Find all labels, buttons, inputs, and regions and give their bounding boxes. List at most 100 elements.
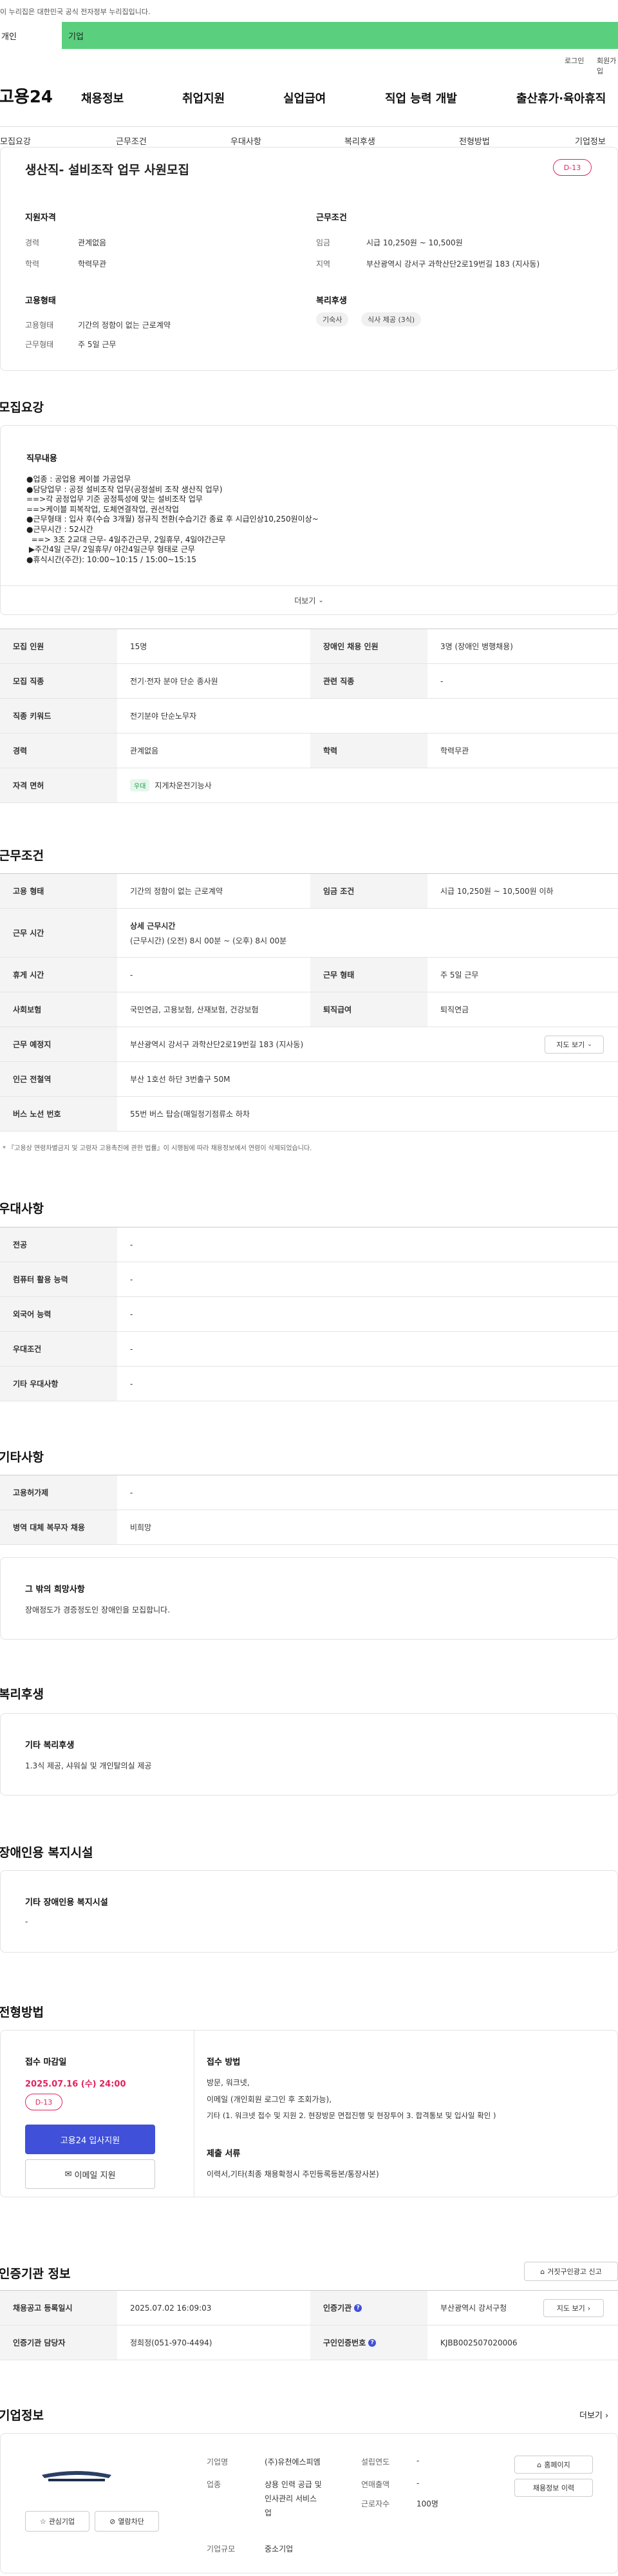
table-cell: 비희망 [130,1523,152,1532]
table-cell: - [130,1379,133,1388]
gnb-menu-employment-support[interactable]: 취업지원 [182,90,225,106]
company-card: ☆ 관심기업 ⊘ 열람차단 기업명 (주)유천에스피엠 업종 상용 인력 공급 … [0,2433,618,2573]
map-view-button[interactable]: 지도 보기 › [543,2299,604,2317]
etc-section-title: 기타사항 [0,1450,44,1464]
table-header: 근무 형태 [310,958,427,992]
block-view-button[interactable]: ⊘ 열람차단 [95,2511,159,2532]
table-cell: 관계없음 [130,746,159,755]
interest-company-button[interactable]: ☆ 관심기업 [25,2511,89,2532]
more-label: 더보기 [294,596,316,605]
duty-card: 직무내용 더보기 ⌄ ●업종 : 공업용 케이블 가공업무 ●담당업무 : 공정 … [0,425,618,615]
apply-button[interactable]: 고용24 입사지원 [25,2125,155,2154]
table-header: 인근 전철역 [0,1062,117,1096]
section-nav-company[interactable]: 기업정보 [575,135,606,147]
tab-company[interactable]: 기업 [62,22,618,49]
table-header: 고용허가제 [0,1475,117,1510]
login-link[interactable]: 로그인 [565,55,584,66]
table-row: 직종 키워드 전기분야 단순노무자 [0,699,618,734]
work-type-value: 주 5일 근무 [78,340,117,349]
duty-line: ▶주간4일 근무/ 2일휴무/ 야간4일근무 형태로 근무 [26,545,195,554]
qualification-title: 지원자격 [25,213,56,223]
site-logo[interactable]: 고용24 [0,84,53,108]
table-header: 고용 형태 [0,874,117,908]
company-more-link[interactable]: 더보기 › [579,2409,608,2421]
table-header: 휴게 시간 [0,958,117,992]
table-cell: 3명 (장애인 병행채용) [440,642,513,651]
education-label: 학력 [25,260,40,269]
gnb-menu-skill-development[interactable]: 직업 능력 개발 [385,90,457,106]
section-nav-preferences[interactable]: 우대사항 [230,135,261,147]
industry-line: 상용 인력 공급 및 [265,2480,322,2489]
process-card: 접수 마감일 2025.07.16 (수) 24:00 D-13 고용24 입사… [0,2030,618,2197]
hope-title: 그 밖의 희망사항 [25,1585,85,1595]
duty-line: ==>케이블 피복작업, 도체연결작업, 권선작업 [26,504,179,514]
chevron-down-icon: ⌄ [587,1041,592,1048]
preferred-badge: 우대 [130,779,150,791]
table-header: 모집 직종 [0,664,117,698]
map-view-button[interactable]: 지도 보기 ⌄ [545,1036,604,1054]
false-ad-report-button[interactable]: ⌂ 거짓구인광고 신고 [524,2262,618,2281]
table-header: 경력 [0,734,117,768]
method-line: 방문, 워크넷, [207,2078,250,2087]
industry-line: 업 [265,2508,272,2517]
company-section-title: 기업정보 [0,2409,44,2423]
interest-label: 관심기업 [48,2517,75,2526]
tab-individual[interactable]: 개인 [0,22,62,49]
table-row: 채용공고 등록일시 2025.07.02 16:09:03 인증기관 ? 부산광… [0,2291,618,2325]
founded-label: 설립연도 [361,2458,390,2467]
info-icon[interactable]: ? [354,2304,362,2312]
career-value: 관계없음 [78,238,107,247]
table-header: 자격 면허 [0,768,117,802]
industry-line: 인사관리 서비스 [265,2494,317,2503]
table-row: 외국어 능력 - [0,1297,618,1332]
section-nav-welfare[interactable]: 복리후생 [344,135,375,147]
table-row: 모집 인원 15명 장애인 채용 인원 3명 (장애인 병행채용) [0,629,618,664]
table-cell: 부산광역시 강서구청 [440,2304,507,2313]
table-cell: 우대 지게차운전기능사 [117,768,618,802]
gnb-menu-jobs[interactable]: 채용정보 [81,90,124,106]
welfare-card: 기타 복리후생 1.3식 제공, 샤워실 및 개인탈의실 제공 [0,1713,618,1795]
gnb-menu-parental-leave[interactable]: 출산휴가·육아휴직 [516,90,606,106]
section-nav-process[interactable]: 전형방법 [459,135,490,147]
table-row: 고용허가제 - [0,1475,618,1510]
gov-notice-text: 이 누리집은 대한민국 공식 전자정부 누리집입니다. [0,8,151,16]
star-icon: ☆ [39,2517,46,2526]
table-cell: 55번 버스 탑승(매일정기점류소 하차 [130,1110,250,1119]
homepage-label: 홈페이지 [544,2461,570,2469]
job-summary-card: 생산직- 설비조작 업무 사원모집 D-13 지원자격 경력 관계없음 학력 학… [0,147,618,371]
staff-value: 100명 [417,2499,438,2508]
table-header: 모집 인원 [0,629,117,663]
table-header: 퇴직급여 [310,992,427,1027]
duty-more-button[interactable]: 더보기 ⌄ [1,585,617,615]
chevron-down-icon: ⌄ [318,597,324,604]
disability-box-title: 기타 장애인용 복지시설 [25,1898,108,1908]
section-nav-recruit[interactable]: 모집요강 [0,135,31,147]
section-nav-conditions[interactable]: 근무조건 [116,135,147,147]
agency-table: 채용공고 등록일시 2025.07.02 16:09:03 인증기관 ? 부산광… [0,2290,618,2360]
company-size-label: 기업규모 [207,2544,236,2553]
table-row: 경력 관계없음 학력 학력무관 [0,734,618,768]
company-more-label: 더보기 [579,2411,603,2421]
work-hours-subtitle: 상세 근무시간 [130,921,176,931]
table-row: 인증기관 담당자 정희정(051-970-4494) 구인인증번호 ? KJBB… [0,2325,618,2360]
chevron-right-icon: › [605,2411,609,2421]
preferences-section-title: 우대사항 [0,1202,44,1216]
gnb-menu-unemployment-benefit[interactable]: 실업급여 [283,90,326,106]
hope-text: 장애정도가 경증정도인 장애인을 모집합니다. [25,1605,171,1615]
license-value: 지게차운전기능사 [154,781,212,790]
table-cell: 퇴직연금 [440,1005,469,1014]
table-cell: 상세 근무시간 (근무시간) (오전) 8시 00분 ~ (오후) 8시 00분 [117,909,618,957]
duty-line: ●근무형태 : 입사 후(수습 3개월) 정규직 전환(수습기간 종료 후 시급… [26,515,319,524]
email-apply-button[interactable]: ✉ 이메일 지원 [25,2159,155,2189]
job-history-button[interactable]: 채용정보 이력 [514,2479,593,2497]
info-icon[interactable]: ? [368,2338,377,2347]
employment-type-label: 고용형태 [25,321,54,330]
homepage-button[interactable]: ⌂ 홈페이지 [514,2456,593,2474]
method-line: 기타 (1. 워크넷 접수 및 지원 2. 현장방문 면접진행 및 현장투어 3… [207,2111,496,2120]
wage-value: 시급 10,250원 ~ 10,500원 [366,238,463,247]
preferences-table: 전공 - 컴퓨터 활용 능력 - 외국어 능력 - 우대조건 - 기타 우대사항… [0,1227,618,1401]
career-label: 경력 [25,238,40,247]
region-value: 부산광역시 강서구 과학산단2로19번길 183 (지사동) [366,260,540,269]
cert-number-label: 구인인증번호 [323,2338,366,2347]
company-name-value: (주)유천에스피엠 [265,2458,321,2467]
